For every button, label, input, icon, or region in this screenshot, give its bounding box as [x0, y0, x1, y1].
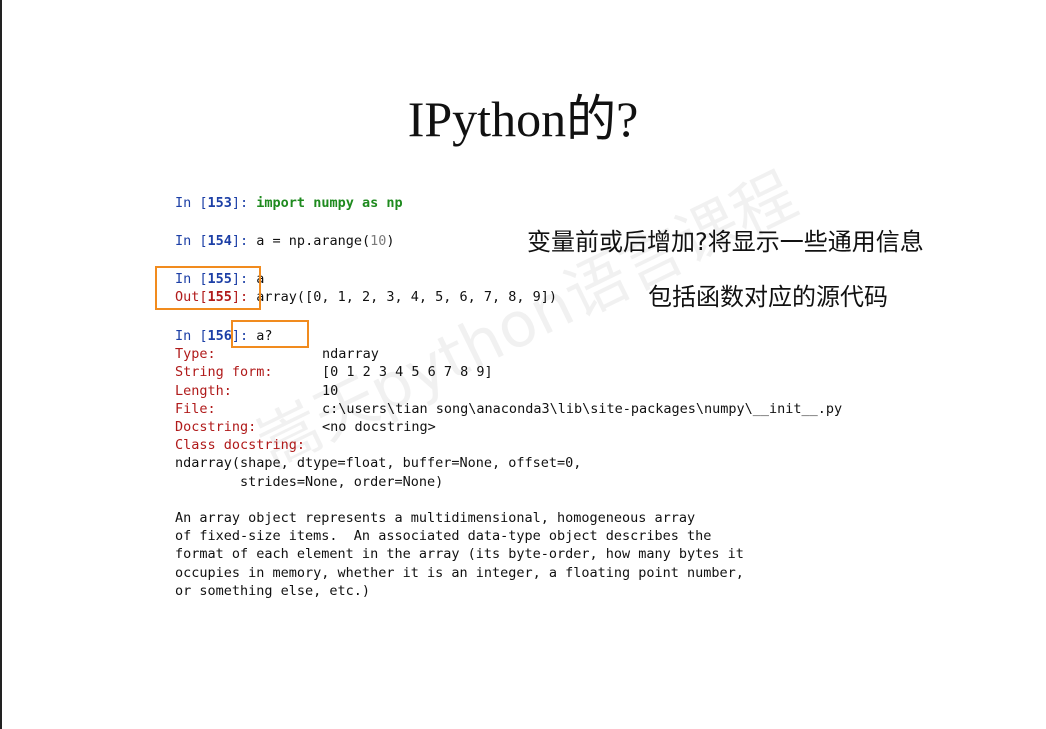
cell-156: In [156]: a? Type: ndarray String form: [0…	[175, 327, 842, 600]
cell-154: In [154]: a = np.arange(10)	[175, 232, 395, 250]
code-text: a = np.arange(	[256, 233, 371, 249]
help-class-docstring-label: Class docstring:	[175, 437, 306, 454]
help-length-label: Length:	[175, 382, 232, 399]
help-docstring-value: <no docstring>	[322, 419, 436, 436]
help-signature-2: strides=None, order=None)	[175, 473, 444, 490]
keyword-import: import	[256, 195, 306, 211]
help-length-value: 10	[322, 382, 339, 399]
help-type-value: ndarray	[322, 346, 379, 363]
cell-153: In [153]: import numpy as np	[175, 194, 403, 212]
help-desc-2: of fixed-size items. An associated data-…	[175, 528, 712, 545]
help-file-value: c:\users\tian song\anaconda3\lib\site-pa…	[322, 400, 843, 417]
cell-output: array([0, 1, 2, 3, 4, 5, 6, 7, 8, 9])	[256, 289, 558, 306]
highlight-box-155	[155, 266, 261, 310]
help-desc-1: An array object represents a multidimens…	[175, 510, 696, 527]
help-docstring-label: Docstring:	[175, 419, 257, 436]
in-prompt: In [154]:	[175, 233, 257, 249]
help-desc-5: or something else, etc.)	[175, 582, 371, 599]
help-string-form-label: String form:	[175, 364, 273, 381]
in-prompt: In [153]:	[175, 195, 257, 211]
note-line-1: 变量前或后增加?将显示一些通用信息	[527, 228, 924, 256]
slide-title: IPython的?	[407, 91, 639, 147]
help-signature-1: ndarray(shape, dtype=float, buffer=None,…	[175, 455, 582, 472]
code-literal: 10	[370, 233, 387, 249]
help-desc-4: occupies in memory, whether it is an int…	[175, 564, 744, 581]
highlight-box-156	[231, 320, 309, 348]
help-string-form-value: [0 1 2 3 4 5 6 7 8 9]	[322, 364, 493, 381]
keyword-as: as	[361, 195, 379, 211]
module-name: numpy	[305, 195, 362, 211]
help-file-label: File:	[175, 400, 216, 417]
code-text: )	[386, 233, 395, 249]
help-desc-3: format of each element in the array (its…	[175, 546, 744, 563]
note-line-2: 包括函数对应的源代码	[648, 283, 888, 311]
module-alias: np	[378, 195, 403, 211]
